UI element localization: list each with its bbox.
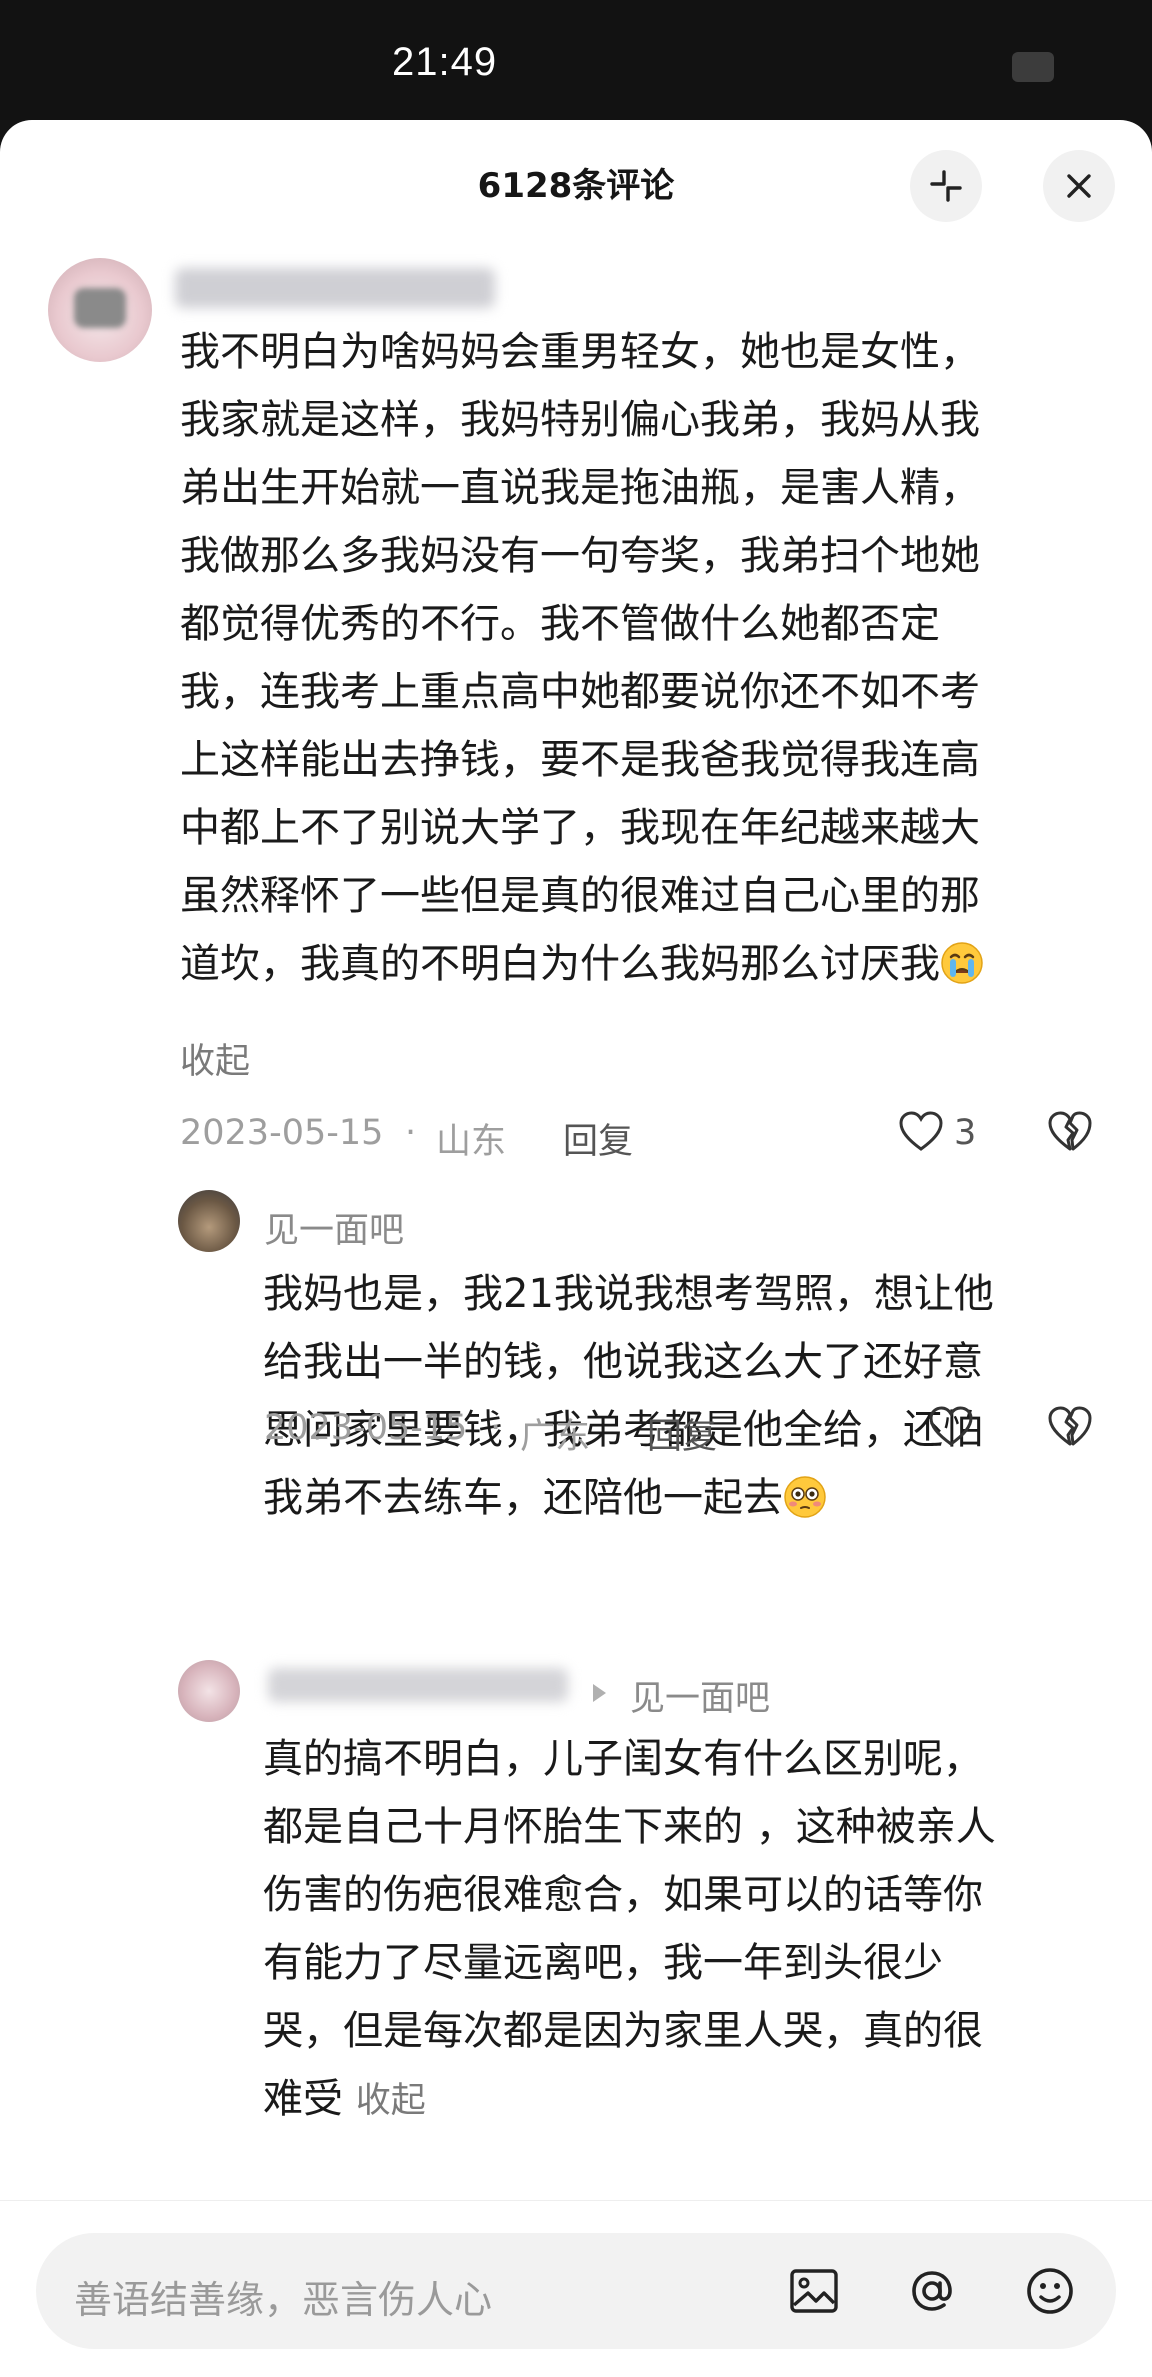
reply-to-username[interactable]: 见一面吧	[630, 1670, 770, 1721]
reply-button[interactable]: 回复	[563, 1113, 633, 1164]
comments-sheet: 6128条评论 我不明白为啥妈妈会重男轻女，她也是女性， 我家就是这样，我妈特别…	[0, 120, 1152, 2376]
close-icon	[1067, 174, 1091, 198]
heart-icon[interactable]	[897, 1109, 945, 1153]
emoji-icon[interactable]	[1020, 2261, 1080, 2321]
status-time: 21:49	[392, 40, 498, 84]
meta-separator: ·	[490, 1408, 502, 1448]
dislike-broken-heart-icon[interactable]	[1046, 1109, 1094, 1153]
reply-line: 伤害的伤疤很难愈合，如果可以的话等你	[263, 1872, 983, 1918]
comment-location: 山东	[436, 1122, 507, 1162]
comment-line: 上这样能出去挣钱，要不是我爸我觉得我连高	[180, 737, 980, 783]
reply-button[interactable]: 回复	[647, 1408, 717, 1459]
reply-date: 2023-05-15	[264, 1408, 468, 1448]
comment-line: 我家就是这样，我妈特别偏心我弟，我妈从我	[180, 397, 980, 443]
comment-line: 我不明白为啥妈妈会重男轻女，她也是女性，	[180, 329, 980, 375]
username-blurred[interactable]	[268, 1668, 568, 1702]
meta-separator: ·	[405, 1113, 417, 1153]
reply-line-text: 难受	[263, 2076, 343, 2122]
comment-line: 我，连我考上重点高中她都要说你还不如不考	[180, 669, 980, 715]
reply-line-text: 我弟不去练车，还陪他一起去	[263, 1475, 783, 1521]
minimize-button[interactable]	[910, 150, 982, 222]
status-bar: 21:49	[0, 0, 1152, 120]
avatar[interactable]	[178, 1190, 240, 1252]
avatar[interactable]	[178, 1660, 240, 1722]
reply-line: 都是自己十月怀胎生下来的 ，这种被亲人	[263, 1804, 996, 1850]
reply-line: 我妈也是，我21我说我想考驾照，想让他	[263, 1271, 994, 1317]
reply-line: 给我出一半的钱，他说我这么大了还好意	[263, 1339, 983, 1385]
minimize-icon	[930, 170, 962, 202]
reply-text: 真的搞不明白，儿子闺女有什么区别呢， 都是自己十月怀胎生下来的 ，这种被亲人 伤…	[263, 1725, 1093, 2135]
reply-line-last: 难受 收起	[263, 2065, 1093, 2135]
collapse-link[interactable]: 收起	[356, 2081, 426, 2121]
comment-line: 虽然释怀了一些但是真的很难过自己心里的那	[180, 873, 980, 919]
comment-line-text: 道坎，我真的不明白为什么我妈那么讨厌我	[180, 941, 940, 987]
comment-line-last: 道坎，我真的不明白为什么我妈那么讨厌我	[180, 930, 1100, 998]
dislike-broken-heart-icon[interactable]	[1046, 1404, 1094, 1448]
reply-line: 哭，但是每次都是因为家里人哭，真的很	[263, 2008, 983, 2054]
collapse-link[interactable]: 收起	[180, 1033, 250, 1084]
comment-input[interactable]: 善语结善缘，恶言伤人心	[36, 2233, 1116, 2349]
heart-icon[interactable]	[927, 1404, 975, 1448]
comment-date: 2023-05-15	[180, 1113, 384, 1153]
reply-text: 我妈也是，我21我说我想考驾照，想让他 给我出一半的钱，他说我这么大了还好意 思…	[263, 1260, 1093, 1532]
battery-icon	[1012, 52, 1054, 82]
mention-icon[interactable]	[902, 2261, 962, 2321]
comment-input-bar: 善语结善缘，恶言伤人心	[0, 2200, 1152, 2377]
reply-username[interactable]: 见一面吧	[264, 1202, 404, 1253]
like-count: 3	[954, 1113, 977, 1153]
flushed-face-icon	[784, 1476, 826, 1518]
comment-line: 中都上不了别说大学了，我现在年纪越来越大	[180, 805, 980, 851]
comment-line: 弟出生开始就一直说我是拖油瓶，是害人精，	[180, 465, 980, 511]
reply-line: 真的搞不明白，儿子闺女有什么区别呢，	[263, 1736, 983, 1782]
comment-line: 我做那么多我妈没有一句夸奖，我弟扫个地她	[180, 533, 980, 579]
crying-face-icon	[941, 942, 983, 984]
reply-line-last: 我弟不去练车，还陪他一起去	[263, 1464, 1093, 1532]
username-blurred[interactable]	[175, 268, 495, 308]
comment-text: 我不明白为啥妈妈会重男轻女，她也是女性， 我家就是这样，我妈特别偏心我弟，我妈从…	[180, 318, 1100, 998]
comment-input-placeholder: 善语结善缘，恶言伤人心	[74, 2278, 493, 2322]
close-button[interactable]	[1043, 150, 1115, 222]
avatar[interactable]	[48, 258, 152, 362]
reply-line: 有能力了尽量远离吧，我一年到头很少	[263, 1940, 943, 1986]
comment-line: 都觉得优秀的不行。我不管做什么她都否定	[180, 601, 940, 647]
reply-to-arrow-icon	[593, 1684, 606, 1702]
reply-location: 广东	[520, 1417, 591, 1457]
image-icon[interactable]	[784, 2261, 844, 2321]
